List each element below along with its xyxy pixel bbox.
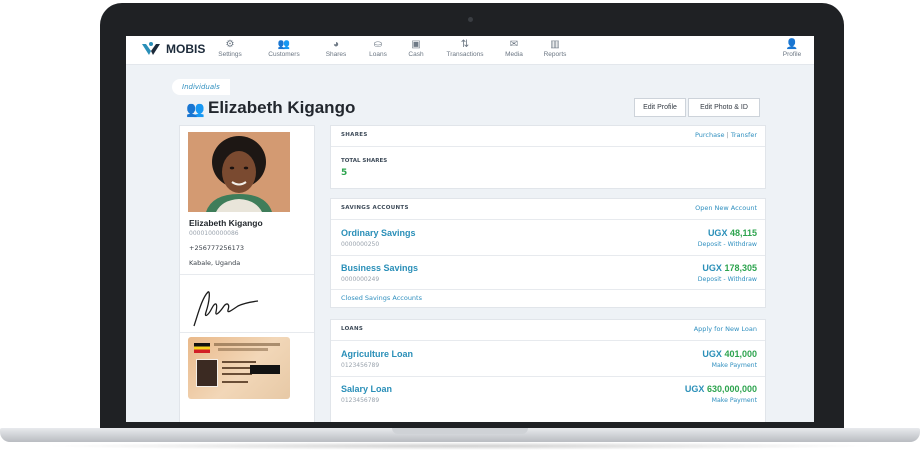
nav-customers[interactable]: 👥 Customers bbox=[262, 39, 306, 58]
panel-header: LOANS Apply for New Loan bbox=[331, 320, 765, 341]
nav-media[interactable]: ✉ Media bbox=[492, 39, 536, 58]
user-icon: 👤 bbox=[785, 39, 799, 50]
row-divider bbox=[331, 255, 765, 256]
row-divider bbox=[331, 289, 765, 290]
nav-label: Profile bbox=[782, 51, 802, 58]
profile-phone: +256777256173 bbox=[189, 244, 245, 252]
nav-label: Transactions bbox=[446, 51, 484, 58]
nav-label: Media bbox=[505, 51, 523, 58]
currency-code: UGX bbox=[702, 263, 722, 273]
laptop-notch bbox=[392, 428, 528, 434]
edit-photo-id-button[interactable]: Edit Photo & ID bbox=[688, 98, 760, 117]
account-name-link[interactable]: Ordinary Savings bbox=[341, 228, 416, 238]
divider bbox=[180, 332, 314, 333]
closed-savings-link[interactable]: Closed Savings Accounts bbox=[341, 294, 422, 302]
deposit-withdraw-link[interactable]: Deposit - Withdraw bbox=[698, 241, 757, 248]
total-shares-value: 5 bbox=[341, 168, 348, 178]
currency-code: UGX bbox=[707, 228, 728, 238]
loan-number: 0123456789 bbox=[341, 362, 380, 369]
transfer-link[interactable]: Transfer bbox=[731, 131, 757, 139]
nav-reports[interactable]: ▥ Reports bbox=[533, 39, 577, 58]
camera-dot bbox=[468, 17, 473, 22]
purchase-link[interactable]: Purchase bbox=[695, 131, 725, 139]
cash-icon: ▣ bbox=[411, 39, 421, 50]
top-nav: MOBIS ⚙ Settings 👥 Customers ◕ Shares ⛀ … bbox=[126, 36, 814, 65]
loans-title: LOANS bbox=[341, 326, 364, 332]
nav-shares[interactable]: ◕ Shares bbox=[314, 39, 358, 58]
profile-card: Elizabeth Kigango 0000100000086 +2567772… bbox=[179, 125, 315, 422]
profile-photo bbox=[188, 132, 290, 212]
nav-label: Reports bbox=[543, 51, 567, 58]
national-id-card bbox=[188, 337, 290, 399]
users-icon: 👥 bbox=[186, 100, 205, 118]
currency-code: UGX bbox=[684, 384, 705, 394]
account-balance: UGX 178,305 bbox=[702, 263, 757, 273]
shares-title: SHARES bbox=[341, 132, 368, 138]
signature-image bbox=[193, 291, 259, 327]
app-screen: MOBIS ⚙ Settings 👥 Customers ◕ Shares ⛀ … bbox=[126, 36, 814, 422]
link-divider: | bbox=[726, 131, 729, 139]
nav-settings[interactable]: ⚙ Settings bbox=[208, 39, 252, 58]
account-number: 0000000249 bbox=[341, 276, 380, 283]
profile-location: Kabale, Uganda bbox=[189, 259, 241, 267]
balance-value: 48,115 bbox=[729, 228, 757, 238]
deposit-withdraw-link[interactable]: Deposit - Withdraw bbox=[698, 276, 757, 283]
panel-header: SAVINGS ACCOUNTS Open New Account bbox=[331, 199, 765, 220]
make-payment-link[interactable]: Make Payment bbox=[712, 397, 757, 404]
mobis-logo-icon bbox=[142, 42, 160, 55]
profile-id: 0000100000086 bbox=[189, 230, 239, 237]
nav-label: Cash bbox=[408, 51, 424, 58]
make-payment-link[interactable]: Make Payment bbox=[712, 362, 757, 369]
panel-header: SHARES Purchase | Transfer bbox=[331, 126, 765, 147]
page-title: Elizabeth Kigango bbox=[208, 98, 356, 117]
account-name-link[interactable]: Business Savings bbox=[341, 263, 418, 273]
laptop-shadow bbox=[40, 442, 880, 450]
nav-label: Loans bbox=[369, 51, 387, 58]
savings-panel: SAVINGS ACCOUNTS Open New Account Ordina… bbox=[330, 198, 766, 308]
loan-number: 0123456789 bbox=[341, 397, 380, 404]
balance-value: 630,000,000 bbox=[706, 384, 757, 394]
loans-panel: LOANS Apply for New Loan Agriculture Loa… bbox=[330, 319, 766, 422]
pie-chart-icon: ◕ bbox=[332, 39, 340, 50]
currency-code: UGX bbox=[702, 349, 722, 359]
savings-title: SAVINGS ACCOUNTS bbox=[341, 205, 409, 211]
total-shares-label: TOTAL SHARES bbox=[341, 158, 388, 164]
breadcrumb[interactable]: Individuals bbox=[172, 79, 230, 95]
reports-icon: ▥ bbox=[550, 39, 560, 50]
balance-value: 401,000 bbox=[724, 349, 757, 359]
nav-cash[interactable]: ▣ Cash bbox=[394, 39, 438, 58]
nav-label: Settings bbox=[218, 51, 242, 58]
loan-balance: UGX 630,000,000 bbox=[685, 384, 757, 394]
balance-value: 178,305 bbox=[724, 263, 757, 273]
account-balance: UGX 48,115 bbox=[708, 228, 757, 238]
nav-label: Shares bbox=[325, 51, 347, 58]
account-number: 0000000250 bbox=[341, 241, 380, 248]
apply-new-loan-link[interactable]: Apply for New Loan bbox=[694, 325, 757, 333]
brand-name[interactable]: MOBIS bbox=[166, 42, 205, 56]
nav-label: Customers bbox=[268, 51, 300, 58]
loan-balance: UGX 401,000 bbox=[702, 349, 757, 359]
profile-name: Elizabeth Kigango bbox=[189, 218, 263, 228]
users-icon: 👥 bbox=[277, 39, 291, 50]
divider bbox=[180, 274, 314, 275]
loan-name-link[interactable]: Salary Loan bbox=[341, 384, 392, 394]
nav-transactions[interactable]: ⇅ Transactions bbox=[440, 39, 490, 58]
gear-icon: ⚙ bbox=[225, 39, 235, 50]
shares-actions: Purchase | Transfer bbox=[695, 131, 757, 139]
shares-panel: SHARES Purchase | Transfer TOTAL SHARES … bbox=[330, 125, 766, 189]
row-divider bbox=[331, 376, 765, 377]
open-new-account-link[interactable]: Open New Account bbox=[695, 204, 757, 212]
transactions-icon: ⇅ bbox=[460, 39, 470, 50]
edit-profile-button[interactable]: Edit Profile bbox=[634, 98, 686, 117]
nav-profile[interactable]: 👤 Profile bbox=[770, 39, 814, 58]
media-icon: ✉ bbox=[509, 39, 519, 50]
loan-name-link[interactable]: Agriculture Loan bbox=[341, 349, 413, 359]
